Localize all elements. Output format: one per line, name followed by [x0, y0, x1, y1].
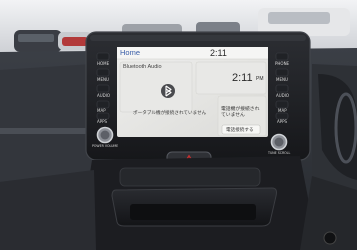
console-left-edge	[0, 170, 96, 250]
parked-car	[62, 37, 88, 46]
parked-car	[18, 34, 54, 42]
left-button-label: AUDIO	[97, 93, 111, 98]
right-button-label: MAP	[278, 108, 287, 113]
right-button-label: MENU	[276, 77, 288, 82]
right-button-label: APPS	[277, 119, 288, 124]
parked-car	[268, 12, 330, 24]
tune-scroll-knob-cap	[274, 137, 284, 147]
clock-time: 2:11	[232, 72, 253, 84]
left-button-label: MAP	[97, 108, 106, 113]
power-volume-label: POWER VOLUME	[92, 144, 119, 148]
screen-header-time: 2:11	[210, 48, 227, 58]
phone-notice-text: 電話機が接続されていません	[221, 107, 260, 118]
clock-suffix: PM	[256, 76, 264, 82]
left-button-label: APPS	[97, 119, 108, 124]
screen-header-title: Home	[120, 48, 141, 57]
usb-port	[323, 231, 337, 245]
car-dashboard-photo	[0, 0, 357, 250]
climate-panel	[119, 167, 261, 187]
tune-scroll-label: TUNE SCROLL	[268, 151, 291, 155]
head-unit-gloss	[90, 35, 306, 41]
storage-tray-floor	[130, 204, 256, 220]
left-button-label: MENU	[97, 77, 109, 82]
power-volume-knob-cap	[100, 130, 110, 140]
dashboard-left-panel	[0, 64, 94, 182]
dashboard-trim	[0, 128, 92, 134]
connect-phone-label: 電話接続する	[226, 127, 254, 132]
audio-source-label: Bluetooth Audio	[123, 64, 162, 70]
disconnected-message: ポータブル機が接続されていません	[133, 110, 207, 115]
screen-glare	[117, 47, 268, 137]
right-button-label: AUDIO	[276, 93, 290, 98]
left-button-label: HOME	[97, 61, 110, 66]
right-button-label: PHONE	[275, 61, 290, 66]
